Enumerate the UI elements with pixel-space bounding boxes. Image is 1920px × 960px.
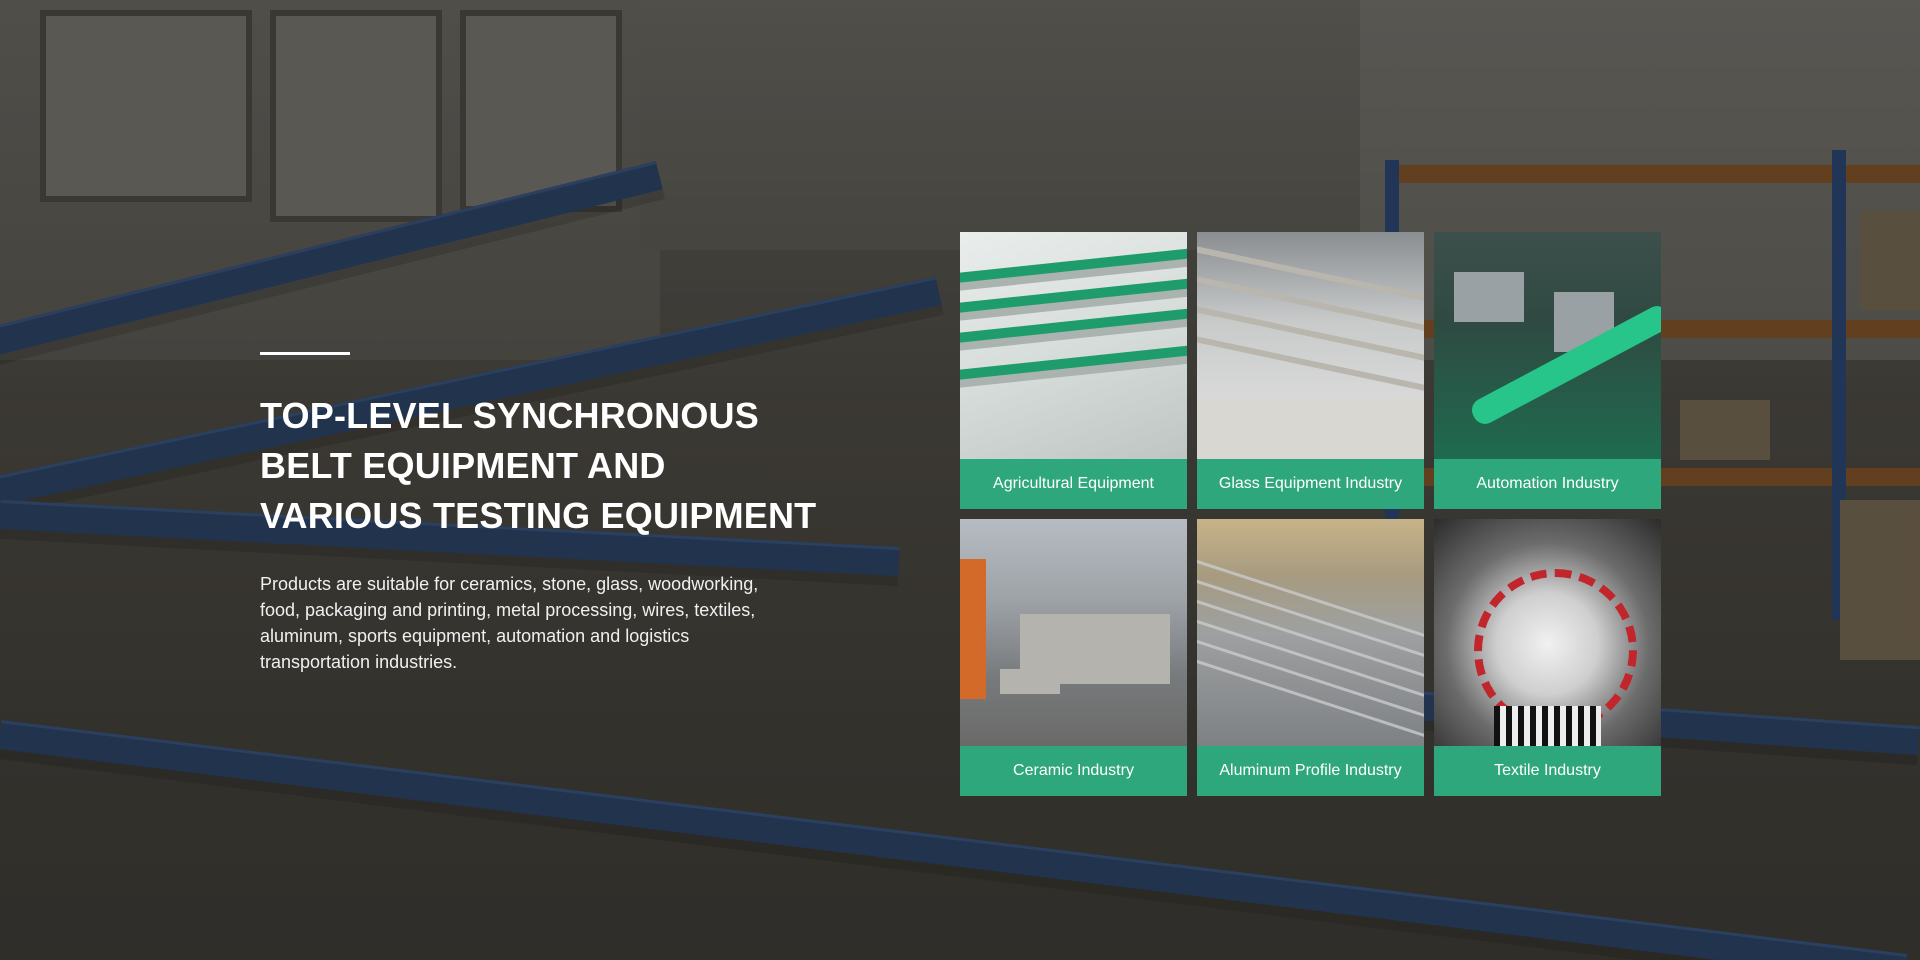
- industry-thumbnail: [1197, 519, 1424, 746]
- thumbnail-shape: [1197, 399, 1424, 459]
- industry-thumbnail: [960, 519, 1187, 746]
- industry-card-agricultural-equipment[interactable]: Agricultural Equipment: [960, 232, 1187, 509]
- industry-thumbnail: [1197, 232, 1424, 459]
- thumbnail-shape: [1197, 272, 1424, 338]
- title-line: VARIOUS TESTING EQUIPMENT: [260, 495, 817, 536]
- industry-card-glass-equipment[interactable]: Glass Equipment Industry: [1197, 232, 1424, 509]
- title-line: BELT EQUIPMENT AND: [260, 445, 666, 486]
- thumbnail-shape: [960, 246, 1187, 284]
- thumbnail-shape: [960, 559, 986, 699]
- thumbnail-shape: [1197, 332, 1424, 398]
- thumbnail-shape: [960, 343, 1187, 381]
- industry-card-aluminum-profile[interactable]: Aluminum Profile Industry: [1197, 519, 1424, 796]
- thumbnail-shape: [1000, 669, 1060, 694]
- thumbnail-shape: [1197, 242, 1424, 308]
- industry-thumbnail: [1434, 519, 1661, 746]
- intro-section: TOP-LEVEL SYNCHRONOUS BELT EQUIPMENT AND…: [260, 352, 830, 675]
- thumbnail-shape: [960, 306, 1187, 344]
- industry-thumbnail: [960, 232, 1187, 459]
- industry-card-textile[interactable]: Textile Industry: [1434, 519, 1661, 796]
- industry-label: Textile Industry: [1434, 746, 1661, 796]
- industry-label: Aluminum Profile Industry: [1197, 746, 1424, 796]
- thumbnail-shape: [1197, 302, 1424, 368]
- title-line: TOP-LEVEL SYNCHRONOUS: [260, 395, 759, 436]
- industry-grid: Agricultural Equipment Glass Equipment I…: [960, 232, 1661, 796]
- industry-label: Agricultural Equipment: [960, 459, 1187, 509]
- thumbnail-shape: [1494, 706, 1601, 746]
- industry-card-automation[interactable]: Automation Industry: [1434, 232, 1661, 509]
- heading-divider: [260, 352, 350, 355]
- industry-label: Ceramic Industry: [960, 746, 1187, 796]
- thumbnail-shape: [960, 276, 1187, 314]
- industry-card-ceramic[interactable]: Ceramic Industry: [960, 519, 1187, 796]
- industry-thumbnail: [1434, 232, 1661, 459]
- industry-label: Glass Equipment Industry: [1197, 459, 1424, 509]
- thumbnail-shape: [1454, 272, 1524, 322]
- industry-label: Automation Industry: [1434, 459, 1661, 509]
- page-title: TOP-LEVEL SYNCHRONOUS BELT EQUIPMENT AND…: [260, 391, 830, 541]
- intro-description: Products are suitable for ceramics, ston…: [260, 574, 759, 672]
